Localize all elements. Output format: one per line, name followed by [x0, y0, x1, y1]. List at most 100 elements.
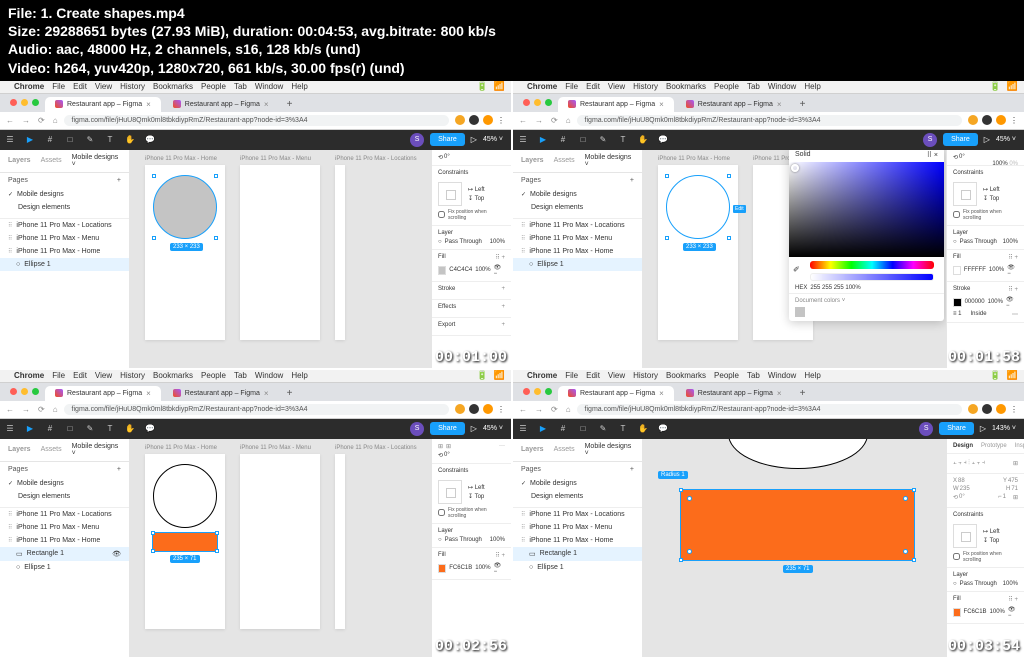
- zoom-level[interactable]: 143% ˅: [992, 425, 1020, 432]
- fill-swatch[interactable]: [438, 266, 446, 275]
- constraint-v-select[interactable]: ↧ Top: [468, 493, 485, 500]
- text-tool-icon[interactable]: T: [104, 423, 116, 435]
- chrome-menu-icon[interactable]: ⋮: [497, 405, 505, 414]
- add-effect-button[interactable]: +: [501, 304, 505, 310]
- add-stroke-button[interactable]: +: [501, 286, 505, 292]
- menu-tab[interactable]: Tab: [747, 82, 760, 91]
- layer-item[interactable]: ⠿iPhone 11 Pro Max - Locations: [0, 219, 129, 232]
- layer-item[interactable]: ⠿iPhone 11 Pro Max - Menu: [513, 521, 642, 534]
- layer-item[interactable]: ⠿iPhone 11 Pro Max - Home: [0, 245, 129, 258]
- menu-window[interactable]: Window: [255, 82, 283, 91]
- back-icon[interactable]: ←: [6, 116, 14, 125]
- fix-position-checkbox[interactable]: [953, 211, 960, 218]
- ellipse-shape[interactable]: [153, 464, 217, 528]
- prototype-tab[interactable]: Prototype: [981, 443, 1007, 449]
- forward-icon[interactable]: →: [22, 116, 30, 125]
- add-page-button[interactable]: +: [630, 177, 634, 184]
- text-tool-icon[interactable]: T: [617, 423, 629, 435]
- back-icon[interactable]: ←: [519, 405, 527, 414]
- reload-icon[interactable]: ⟳: [551, 405, 558, 414]
- new-tab-button[interactable]: +: [794, 386, 812, 401]
- color-model-select[interactable]: HEX: [795, 285, 807, 291]
- frame-tool-icon[interactable]: #: [44, 423, 56, 435]
- layer-item[interactable]: ⠿iPhone 11 Pro Max - Locations: [513, 508, 642, 521]
- assets-tab[interactable]: Assets: [41, 446, 62, 453]
- fix-position-checkbox[interactable]: [438, 211, 445, 218]
- reload-icon[interactable]: ⟳: [38, 116, 45, 125]
- menu-file[interactable]: File: [565, 371, 578, 380]
- browser-tab-active[interactable]: Restaurant app – Figma ×: [45, 97, 161, 112]
- window-close-button[interactable]: [10, 99, 17, 106]
- layer-item-selected[interactable]: ○ Ellipse 1: [0, 258, 129, 271]
- constraint-h-select[interactable]: ↦ Left: [983, 186, 1000, 193]
- menu-window[interactable]: Window: [768, 371, 796, 380]
- window-close-button[interactable]: [523, 99, 530, 106]
- back-icon[interactable]: ←: [6, 405, 14, 414]
- menu-app[interactable]: Chrome: [14, 82, 44, 91]
- figma-menu-icon[interactable]: ☰: [517, 423, 529, 435]
- color-rgb-inputs[interactable]: 255 255 255 100%: [810, 285, 860, 291]
- present-button[interactable]: ▷: [980, 424, 986, 433]
- browser-tab-active[interactable]: Restaurant app – Figma×: [45, 386, 161, 401]
- page-item[interactable]: Design elements: [0, 201, 129, 214]
- menu-edit[interactable]: Edit: [73, 371, 87, 380]
- comment-tool-icon[interactable]: 💬: [144, 423, 156, 435]
- layers-tab[interactable]: Layers: [521, 157, 544, 164]
- present-button[interactable]: ▷: [471, 424, 477, 433]
- layer-item[interactable]: ⠿iPhone 11 Pro Max - Menu: [0, 232, 129, 245]
- menu-people[interactable]: People: [714, 371, 739, 380]
- add-fill-button[interactable]: ⠿ +: [495, 552, 505, 559]
- chrome-menu-icon[interactable]: ⋮: [1010, 405, 1018, 414]
- menu-view[interactable]: View: [608, 82, 625, 91]
- window-minimize-button[interactable]: [534, 388, 541, 395]
- comment-tool-icon[interactable]: 💬: [144, 134, 156, 146]
- constraint-h-select[interactable]: ↦ Left: [983, 528, 1000, 535]
- extension-icon[interactable]: [469, 404, 479, 414]
- fill-hex-input[interactable]: FFFFFF: [964, 267, 986, 273]
- layer-item[interactable]: ⠿iPhone 11 Pro Max - Locations: [513, 219, 642, 232]
- share-button[interactable]: Share: [430, 133, 465, 146]
- constraint-widget[interactable]: [438, 480, 462, 504]
- stroke-align-select[interactable]: Inside: [971, 311, 987, 317]
- menu-bookmarks[interactable]: Bookmarks: [666, 371, 706, 380]
- user-avatar-icon[interactable]: S: [410, 133, 424, 147]
- styles-icon[interactable]: ⠿: [927, 152, 932, 159]
- constraint-widget[interactable]: [438, 182, 462, 206]
- frame-tool-icon[interactable]: #: [44, 134, 56, 146]
- menu-tab[interactable]: Tab: [234, 82, 247, 91]
- text-tool-icon[interactable]: T: [617, 134, 629, 146]
- figma-menu-icon[interactable]: ☰: [517, 134, 529, 146]
- fix-position-checkbox[interactable]: [438, 509, 445, 516]
- fill-hex-input[interactable]: C4C4C4: [449, 267, 472, 273]
- add-fill-button[interactable]: ⠿ +: [1008, 596, 1018, 603]
- zoom-level[interactable]: 45% ˅: [996, 136, 1020, 143]
- constraint-h-select[interactable]: ↦ Left: [468, 484, 485, 491]
- frame-tool-icon[interactable]: #: [557, 134, 569, 146]
- hand-tool-icon[interactable]: ✋: [637, 134, 649, 146]
- tab-close-icon[interactable]: ×: [146, 389, 151, 398]
- rectangle-shape[interactable]: [680, 489, 915, 561]
- window-minimize-button[interactable]: [21, 99, 28, 106]
- menu-file[interactable]: File: [52, 371, 65, 380]
- menu-app[interactable]: Chrome: [527, 82, 557, 91]
- fill-swatch[interactable]: [953, 266, 961, 275]
- add-export-button[interactable]: +: [501, 322, 505, 328]
- menu-people[interactable]: People: [201, 82, 226, 91]
- extension-icon[interactable]: [982, 115, 992, 125]
- page-item[interactable]: Design elements: [0, 490, 129, 503]
- layer-item[interactable]: ⠿iPhone 11 Pro Max - Menu: [513, 232, 642, 245]
- menu-edit[interactable]: Edit: [586, 82, 600, 91]
- rectangle-shape[interactable]: [152, 532, 218, 552]
- layer-item[interactable]: ⠿iPhone 11 Pro Max - Home: [513, 245, 642, 258]
- tab-close-icon[interactable]: ×: [659, 100, 664, 109]
- url-input[interactable]: figma.com/file/jHuU8Qmk0ml8tbkdiypRmZ/Re…: [64, 115, 449, 126]
- color-mode-tab[interactable]: Solid: [795, 151, 811, 158]
- window-maximize-button[interactable]: [32, 99, 39, 106]
- constraint-h-select[interactable]: ↦ Left: [468, 186, 485, 193]
- menu-history[interactable]: History: [120, 82, 145, 91]
- layer-item[interactable]: ⠿iPhone 11 Pro Max - Home: [0, 534, 129, 547]
- menu-history[interactable]: History: [633, 82, 658, 91]
- layer-item[interactable]: ⠿iPhone 11 Pro Max - Home: [513, 534, 642, 547]
- menu-people[interactable]: People: [714, 82, 739, 91]
- menu-file[interactable]: File: [52, 82, 65, 91]
